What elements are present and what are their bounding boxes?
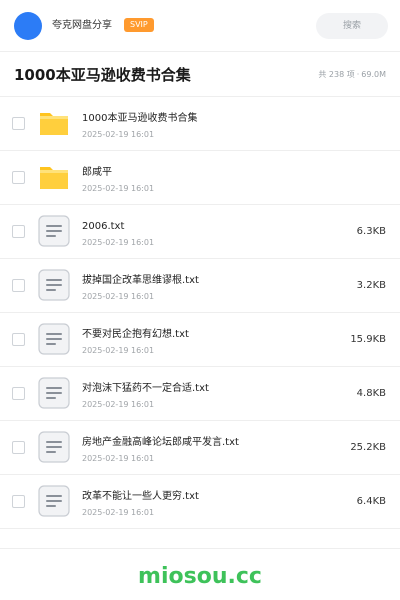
file-row[interactable]: 郎咸平 2025-02-19 16:01 — [0, 151, 400, 205]
share-name: 夸克网盘分享 — [52, 20, 112, 31]
file-date: 2025-02-19 16:01 — [82, 346, 155, 355]
text-file-icon — [38, 485, 70, 517]
select-checkbox[interactable] — [12, 225, 25, 238]
file-name[interactable]: 对泡沫下猛药不一定合适.txt — [82, 382, 209, 396]
svip-badge: SVIP — [124, 18, 154, 32]
top-bar: 夸克网盘分享 SVIP 搜索 — [0, 0, 400, 52]
file-row[interactable]: 改革不能让一些人更穷.txt 2025-02-19 16:01 6.4KB — [0, 475, 400, 529]
folder-header: 1000本亚马逊收费书合集 共 238 项 · 69.0M — [0, 52, 400, 97]
file-date: 2025-02-19 16:01 — [82, 292, 155, 301]
file-date: 2025-02-19 16:01 — [82, 400, 155, 409]
file-row[interactable]: 不要对民企抱有幻想.txt 2025-02-19 16:01 15.9KB — [0, 313, 400, 367]
text-file-icon — [38, 377, 70, 409]
text-file-icon — [38, 431, 70, 463]
file-date: 2025-02-19 16:01 — [82, 508, 155, 517]
folder-meta: 共 238 项 · 69.0M — [318, 69, 386, 81]
select-checkbox[interactable] — [12, 171, 25, 184]
folder-icon — [40, 167, 68, 189]
page-title: 1000本亚马逊收费书合集 — [14, 66, 191, 84]
avatar[interactable] — [14, 12, 42, 40]
file-list: 1000本亚马逊收费书合集 2025-02-19 16:01 郎咸平 2025-… — [0, 97, 400, 529]
file-name[interactable]: 2006.txt — [82, 220, 124, 234]
file-row[interactable]: 2006.txt 2025-02-19 16:01 6.3KB — [0, 205, 400, 259]
text-file-icon — [38, 323, 70, 355]
file-size: 3.2KB — [356, 280, 386, 291]
file-row[interactable]: 1000本亚马逊收费书合集 2025-02-19 16:01 — [0, 97, 400, 151]
file-name[interactable]: 拔掉国企改革思维谬根.txt — [82, 274, 199, 288]
file-size: 4.8KB — [356, 388, 386, 399]
file-row[interactable]: 房地产金融高峰论坛郎咸平发言.txt 2025-02-19 16:01 25.2… — [0, 421, 400, 475]
meta-separator: · — [356, 70, 360, 79]
text-file-icon — [38, 215, 70, 247]
search-input[interactable]: 搜索 — [316, 13, 388, 39]
select-checkbox[interactable] — [12, 495, 25, 508]
folder-icon — [40, 113, 68, 135]
text-file-icon — [38, 269, 70, 301]
file-size: 6.3KB — [356, 226, 386, 237]
file-row[interactable]: 对泡沫下猛药不一定合适.txt 2025-02-19 16:01 4.8KB — [0, 367, 400, 421]
file-date: 2025-02-19 16:01 — [82, 184, 155, 193]
file-name[interactable]: 不要对民企抱有幻想.txt — [82, 328, 189, 342]
brand-watermark: miosou.cc — [138, 564, 262, 589]
select-checkbox[interactable] — [12, 279, 25, 292]
file-date: 2025-02-19 16:01 — [82, 238, 155, 247]
file-size: 25.2KB — [350, 442, 386, 453]
file-size: 15.9KB — [350, 334, 386, 345]
select-checkbox[interactable] — [12, 117, 25, 130]
total-size: 69.0M — [361, 70, 386, 79]
select-checkbox[interactable] — [12, 387, 25, 400]
file-date: 2025-02-19 16:01 — [82, 130, 155, 139]
footer-divider — [0, 548, 400, 549]
file-name[interactable]: 改革不能让一些人更穷.txt — [82, 490, 199, 504]
select-checkbox[interactable] — [12, 441, 25, 454]
file-date: 2025-02-19 16:01 — [82, 454, 155, 463]
file-row[interactable]: 拔掉国企改革思维谬根.txt 2025-02-19 16:01 3.2KB — [0, 259, 400, 313]
file-name[interactable]: 郎咸平 — [82, 166, 112, 180]
file-size: 6.4KB — [356, 496, 386, 507]
file-name[interactable]: 房地产金融高峰论坛郎咸平发言.txt — [82, 436, 239, 450]
file-name[interactable]: 1000本亚马逊收费书合集 — [82, 112, 197, 126]
select-checkbox[interactable] — [12, 333, 25, 346]
item-count: 共 238 项 — [318, 70, 355, 79]
